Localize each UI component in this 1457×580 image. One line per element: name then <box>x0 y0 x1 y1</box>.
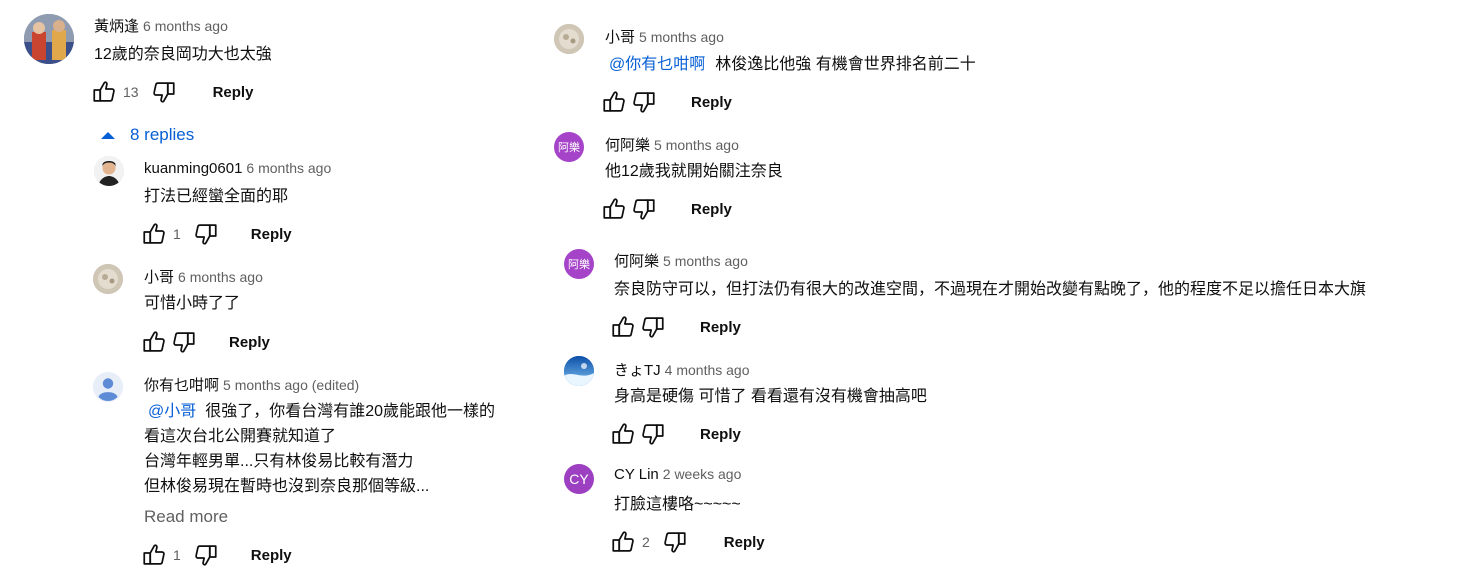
caret-up-icon <box>101 132 115 139</box>
reply-button[interactable]: Reply <box>251 547 292 564</box>
thumb-up-icon[interactable] <box>610 529 636 555</box>
top-comment: 黃炳逢 6 months ago 12歲的奈良岡功大也太強 13 Reply <box>0 0 560 110</box>
comment-author[interactable]: 你有乜咁啊 <box>144 377 219 394</box>
thumb-up-icon[interactable] <box>610 314 636 340</box>
thumb-down-icon[interactable] <box>640 314 666 340</box>
thumb-down-icon[interactable] <box>631 196 657 222</box>
comment-actions: 13 Reply <box>91 79 253 105</box>
like-count: 1 <box>173 226 181 242</box>
thumb-down-icon[interactable] <box>640 421 666 447</box>
like-count: 13 <box>123 84 139 100</box>
comment-line: 很強了，你看台灣有誰20歲能跟他一樣的 <box>205 403 496 420</box>
reply-button[interactable]: Reply <box>691 94 732 111</box>
default-avatar-icon <box>93 372 123 402</box>
comment-time[interactable]: 5 months ago <box>654 137 739 153</box>
reply-button[interactable]: Reply <box>700 426 741 443</box>
reply-button[interactable]: Reply <box>213 84 254 101</box>
read-more-button[interactable]: Read more <box>144 507 228 527</box>
mention-link[interactable]: @你有乜咁啊 <box>609 56 705 73</box>
thumb-up-icon[interactable] <box>141 221 167 247</box>
like-count: 1 <box>173 547 181 563</box>
reply-comment: 小哥 5 months ago @你有乜咁啊 林俊逸比他強 有機會世界排名前二十 R… <box>540 18 1457 126</box>
thumb-up-icon[interactable] <box>91 79 117 105</box>
thumb-down-icon[interactable] <box>193 221 219 247</box>
comment-author[interactable]: CY Lin <box>614 466 659 483</box>
like-count: 2 <box>642 534 650 550</box>
thumb-up-icon[interactable] <box>601 196 627 222</box>
comment-time[interactable]: 4 months ago <box>665 362 750 378</box>
thumb-down-icon[interactable] <box>193 542 219 568</box>
comment-time[interactable]: 5 months ago <box>639 29 724 45</box>
comment-actions: 1 Reply <box>141 542 292 568</box>
comment-line: 看這次台北公開賽就知道了 <box>144 428 337 445</box>
comment-author[interactable]: きょTJ <box>614 362 661 379</box>
reply-button[interactable]: Reply <box>724 534 765 551</box>
comment-actions: Reply <box>601 89 732 115</box>
avatar[interactable]: CY <box>564 464 594 494</box>
avatar[interactable] <box>564 356 594 386</box>
comment-actions: Reply <box>601 196 732 222</box>
comment-author[interactable]: 何阿樂 <box>605 137 650 154</box>
reply-button[interactable]: Reply <box>251 226 292 243</box>
avatar[interactable] <box>24 14 74 64</box>
comment-text: 打法已經蠻全面的耶 <box>144 188 289 205</box>
comment-author[interactable]: 小哥 <box>605 29 635 46</box>
avatar[interactable] <box>554 24 584 54</box>
comment-author[interactable]: 黃炳逢 <box>94 18 139 35</box>
reply-comment: 你有乜咁啊 5 months ago (edited) @小哥 很強了，你看台灣有誰… <box>0 366 560 580</box>
comment-author[interactable]: 小哥 <box>144 269 174 286</box>
comment-actions: Reply <box>610 421 741 447</box>
comment-time[interactable]: 5 months ago (edited) <box>223 377 359 393</box>
reply-button[interactable]: Reply <box>700 319 741 336</box>
thumb-down-icon[interactable] <box>662 529 688 555</box>
thumb-up-icon[interactable] <box>610 421 636 447</box>
comment-text: 可惜小時了了 <box>144 295 241 312</box>
thumb-down-icon[interactable] <box>151 79 177 105</box>
comment-actions: Reply <box>141 329 270 355</box>
replies-toggle[interactable]: 8 replies <box>100 125 194 145</box>
comment-actions: Reply <box>610 314 741 340</box>
avatar[interactable]: 阿樂 <box>564 249 594 279</box>
reply-comment: 阿樂 何阿樂 5 months ago 他12歲我就開始關注奈良 Reply <box>540 126 1457 234</box>
comment-time[interactable]: 6 months ago <box>143 18 228 34</box>
reply-comment: CY CY Lin 2 weeks ago 打臉這樓咯~~~~~ 2 Reply <box>550 459 1457 569</box>
comment-time[interactable]: 2 weeks ago <box>663 466 742 482</box>
comment-text: 他12歲我就開始關注奈良 <box>605 163 783 180</box>
comment-line: 台灣年輕男單...只有林俊易比較有潛力 <box>144 453 414 470</box>
comment-author[interactable]: kuanming0601 <box>144 160 242 177</box>
reply-button[interactable]: Reply <box>229 334 270 351</box>
comment-time[interactable]: 5 months ago <box>663 253 748 269</box>
thumb-up-icon[interactable] <box>141 542 167 568</box>
comment-time[interactable]: 6 months ago <box>178 269 263 285</box>
thumb-down-icon[interactable] <box>631 89 657 115</box>
avatar[interactable]: 阿樂 <box>554 132 584 162</box>
thumb-down-icon[interactable] <box>171 329 197 355</box>
thumb-up-icon[interactable] <box>601 89 627 115</box>
comment-actions: 1 Reply <box>141 221 292 247</box>
comment-text: @你有乜咁啊 林俊逸比他強 有機會世界排名前二十 <box>605 52 976 77</box>
reply-button[interactable]: Reply <box>691 201 732 218</box>
comment-line: 但林俊易現在暫時也沒到奈良那個等級... <box>144 478 430 495</box>
replies-count: 8 replies <box>130 125 195 144</box>
thumb-up-icon[interactable] <box>141 329 167 355</box>
reply-comment: 小哥 6 months ago 可惜小時了了 Reply <box>0 258 560 363</box>
reply-comment: 阿樂 何阿樂 5 months ago 奈良防守可以，但打法仍有很大的改進空間，不… <box>550 243 1457 351</box>
comment-text: 打臉這樓咯~~~~~ <box>614 496 741 513</box>
mention-link[interactable]: @小哥 <box>148 403 196 420</box>
avatar[interactable] <box>94 156 124 186</box>
comment-text: @小哥 很強了，你看台灣有誰20歲能跟他一樣的 看這次台北公開賽就知道了 台灣年輕… <box>144 399 495 499</box>
avatar[interactable] <box>93 372 123 402</box>
comment-text: 身高是硬傷 可惜了 看看還有沒有機會抽高吧 <box>614 388 927 405</box>
comment-line: 林俊逸比他強 有機會世界排名前二十 <box>715 56 976 73</box>
comment-text: 12歲的奈良岡功大也太強 <box>94 46 272 63</box>
comment-actions: 2 Reply <box>610 529 765 555</box>
reply-comment: kuanming0601 6 months ago 打法已經蠻全面的耶 1 Rep… <box>0 150 560 255</box>
comment-text: 奈良防守可以，但打法仍有很大的改進空間，不過現在才開始改變有點晚了，他的程度不足… <box>614 281 1367 298</box>
comment-author[interactable]: 何阿樂 <box>614 253 659 270</box>
comment-time[interactable]: 6 months ago <box>246 160 331 176</box>
reply-comment: きょTJ 4 months ago 身高是硬傷 可惜了 看看還有沒有機會抽高吧 R… <box>550 351 1457 459</box>
avatar[interactable] <box>93 264 123 294</box>
